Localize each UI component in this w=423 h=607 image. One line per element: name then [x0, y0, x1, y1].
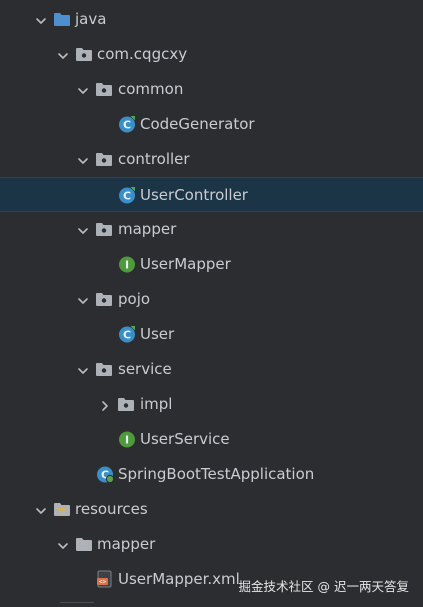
- source-folder-icon: [53, 11, 71, 27]
- package-icon: [95, 221, 113, 237]
- tree-node-label: controller: [118, 150, 190, 168]
- tree-node-label: UserService: [140, 430, 230, 448]
- tree-node-label: impl: [140, 395, 173, 413]
- chevron-right-icon[interactable]: [99, 398, 111, 411]
- svg-text:C: C: [123, 328, 131, 341]
- package-icon: [95, 361, 113, 377]
- tree-node-user[interactable]: C User: [0, 317, 423, 352]
- svg-text:<>: <>: [99, 579, 107, 586]
- xml-file-icon: <>: [96, 570, 114, 588]
- tree-node-common[interactable]: common: [0, 72, 423, 107]
- tree-node-label: java: [75, 10, 107, 28]
- tree-node-springboottestapplication[interactable]: C SpringBootTestApplication: [0, 457, 423, 492]
- svg-text:I: I: [125, 258, 129, 271]
- interface-icon: I: [118, 255, 136, 273]
- tree-node-label: service: [118, 360, 172, 378]
- spring-app-icon: C: [96, 465, 115, 484]
- watermark: 掘金技术社区 @ 迟一两天答复: [238, 579, 409, 594]
- tree-node-label: SpringBootTestApplication: [118, 465, 315, 483]
- chevron-down-icon[interactable]: [57, 48, 69, 60]
- svg-text:I: I: [125, 433, 129, 446]
- svg-text:C: C: [123, 189, 131, 202]
- chevron-down-icon[interactable]: [77, 83, 89, 95]
- tree-node-codegenerator[interactable]: C CodeGenerator: [0, 107, 423, 142]
- svg-text:C: C: [123, 118, 131, 131]
- tree-node-usermapper[interactable]: I UserMapper: [0, 247, 423, 282]
- tree-node-label: mapper: [118, 220, 177, 238]
- chevron-down-icon[interactable]: [77, 293, 89, 305]
- tree-node-label: UserMapper: [140, 255, 231, 273]
- package-icon: [95, 151, 113, 167]
- package-icon: [95, 81, 113, 97]
- tree-node-label: mapper: [97, 535, 156, 553]
- tree-node-label: resources: [75, 500, 148, 518]
- tree-node-mapper[interactable]: mapper: [0, 212, 423, 247]
- interface-icon: I: [118, 430, 136, 448]
- chevron-down-icon[interactable]: [57, 538, 69, 550]
- tree-node-label: pojo: [118, 290, 151, 308]
- resources-folder-icon: [53, 501, 71, 517]
- chevron-down-icon[interactable]: [77, 153, 89, 165]
- tree-node-impl[interactable]: impl: [0, 387, 423, 422]
- tree-node-controller[interactable]: controller: [0, 142, 423, 177]
- tree-node-userservice[interactable]: I UserService: [0, 422, 423, 457]
- chevron-down-icon[interactable]: [35, 13, 47, 25]
- plain-folder-icon: [75, 536, 93, 552]
- tree-node-pojo[interactable]: pojo: [0, 282, 423, 317]
- tree-node-service[interactable]: service: [0, 352, 423, 387]
- tree-node-com-cqgcxy[interactable]: com.cqgcxy: [0, 37, 423, 72]
- chevron-down-icon[interactable]: [77, 363, 89, 375]
- tree-node-label: com.cqgcxy: [97, 45, 188, 63]
- package-icon: [117, 396, 135, 412]
- tree-node-usercontroller[interactable]: C UserController: [0, 177, 423, 212]
- tree-node-mapper[interactable]: mapper: [0, 527, 423, 562]
- tree-node-label: CodeGenerator: [140, 115, 255, 133]
- next-row-edge: [60, 602, 94, 607]
- class-icon: C: [118, 115, 136, 133]
- package-icon: [75, 46, 93, 62]
- tree-node-resources[interactable]: resources: [0, 492, 423, 527]
- package-icon: [95, 291, 113, 307]
- tree-node-label: User: [140, 325, 175, 343]
- chevron-down-icon[interactable]: [35, 503, 47, 515]
- tree-node-label: UserController: [140, 186, 248, 204]
- chevron-down-icon[interactable]: [77, 223, 89, 235]
- class-icon: C: [118, 325, 136, 343]
- class-icon: C: [118, 186, 136, 204]
- tree-node-label: common: [118, 80, 184, 98]
- tree-node-java[interactable]: java: [0, 2, 423, 37]
- tree-node-label: UserMapper.xml: [118, 570, 240, 588]
